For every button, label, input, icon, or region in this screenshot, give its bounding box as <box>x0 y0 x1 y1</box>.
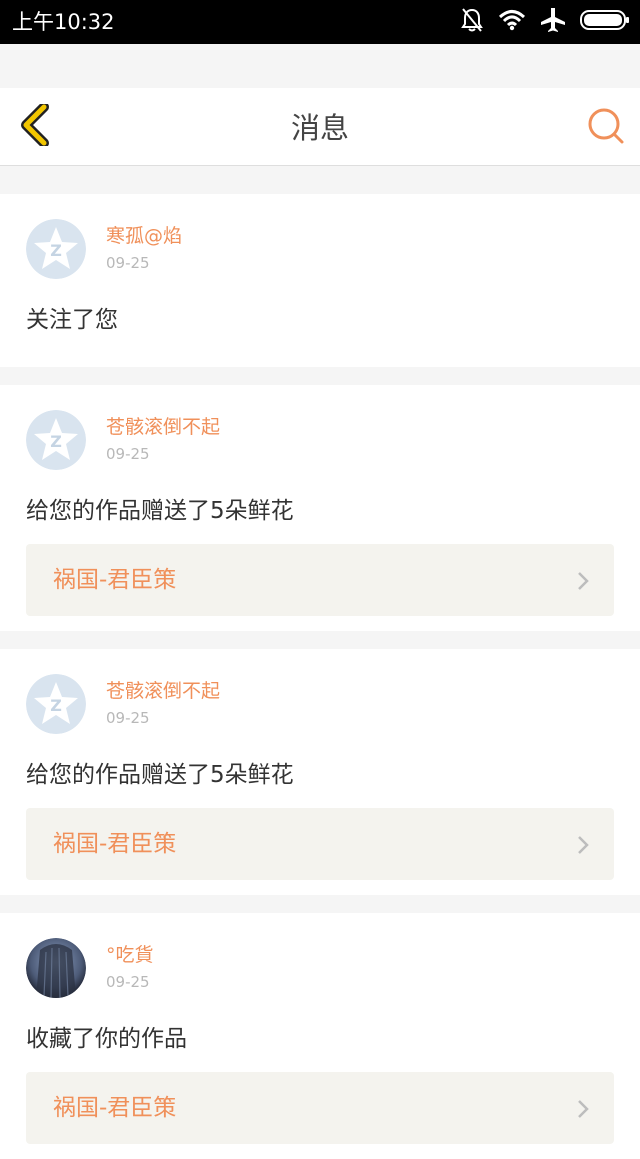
message-card: Z 寒孤@焰 09-25 关注了您 <box>0 194 640 367</box>
battery-icon <box>580 9 630 35</box>
default-qq-avatar-icon: Z <box>26 410 86 470</box>
nav-bar: 消息 <box>0 88 640 166</box>
avatar[interactable] <box>26 938 86 998</box>
page-title: 消息 <box>290 111 349 145</box>
message-date: 09-25 <box>106 973 150 991</box>
message-action-text: 给您的作品赠送了5朵鲜花 <box>26 498 294 524</box>
avatar[interactable]: Z <box>26 410 86 470</box>
message-header: Z 苍骸滚倒不起 09-25 <box>26 649 614 749</box>
message-date: 09-25 <box>106 709 150 727</box>
back-arrow-icon <box>18 102 50 150</box>
message-header: °吃貨 09-25 <box>26 913 614 1013</box>
back-button[interactable] <box>14 102 54 150</box>
status-time: 上午10:32 <box>12 10 115 34</box>
message-action-text: 给您的作品赠送了5朵鲜花 <box>26 762 294 788</box>
message-date: 09-25 <box>106 254 150 272</box>
message-header: Z 寒孤@焰 09-25 <box>26 194 614 294</box>
status-bar: 上午10:32 <box>0 0 640 44</box>
status-icons <box>460 6 630 38</box>
message-header: Z 苍骸滚倒不起 09-25 <box>26 385 614 485</box>
message-card: Z 苍骸滚倒不起 09-25 给您的作品赠送了5朵鲜花 祸国-君臣策 <box>0 649 640 895</box>
message-card: °吃貨 09-25 收藏了你的作品 祸国-君臣策 <box>0 913 640 1159</box>
default-qq-avatar-icon: Z <box>26 674 86 734</box>
photo-avatar <box>26 938 86 998</box>
search-icon <box>587 107 625 149</box>
svg-text:Z: Z <box>50 432 62 451</box>
user-name-link[interactable]: 苍骸滚倒不起 <box>106 679 220 703</box>
user-name-link[interactable]: 苍骸滚倒不起 <box>106 415 220 439</box>
chevron-right-icon <box>576 570 590 596</box>
mute-bell-icon <box>460 7 484 37</box>
user-name-link[interactable]: 寒孤@焰 <box>106 224 182 248</box>
default-qq-avatar-icon: Z <box>26 219 86 279</box>
work-title: 祸国-君臣策 <box>53 567 177 593</box>
work-title: 祸国-君臣策 <box>53 1095 177 1121</box>
svg-text:Z: Z <box>50 696 62 715</box>
avatar[interactable]: Z <box>26 674 86 734</box>
message-list: Z 寒孤@焰 09-25 关注了您 Z 苍骸滚倒不起 09-25 给您的作品赠送… <box>0 178 640 1159</box>
message-action-text: 关注了您 <box>26 307 118 333</box>
avatar[interactable]: Z <box>26 219 86 279</box>
chevron-right-icon <box>576 1098 590 1124</box>
message-action-text: 收藏了你的作品 <box>26 1026 187 1052</box>
wifi-icon <box>498 9 526 35</box>
work-link[interactable]: 祸国-君臣策 <box>26 1072 614 1144</box>
work-link[interactable]: 祸国-君臣策 <box>26 544 614 616</box>
chevron-right-icon <box>576 834 590 860</box>
user-name-link[interactable]: °吃貨 <box>106 943 154 967</box>
message-card: Z 苍骸滚倒不起 09-25 给您的作品赠送了5朵鲜花 祸国-君臣策 <box>0 385 640 631</box>
work-title: 祸国-君臣策 <box>53 831 177 857</box>
search-button[interactable] <box>586 108 626 148</box>
top-spacer <box>0 44 640 88</box>
svg-text:Z: Z <box>50 241 62 260</box>
airplane-mode-icon <box>540 7 566 37</box>
message-date: 09-25 <box>106 445 150 463</box>
work-link[interactable]: 祸国-君臣策 <box>26 808 614 880</box>
